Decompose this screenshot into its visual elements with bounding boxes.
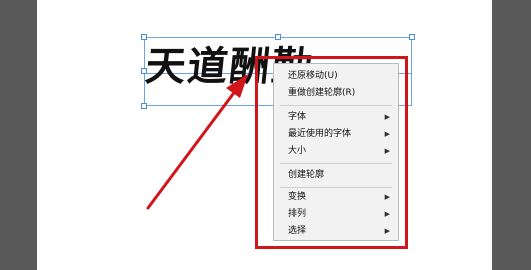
annotation-arrow-icon [146, 74, 248, 210]
